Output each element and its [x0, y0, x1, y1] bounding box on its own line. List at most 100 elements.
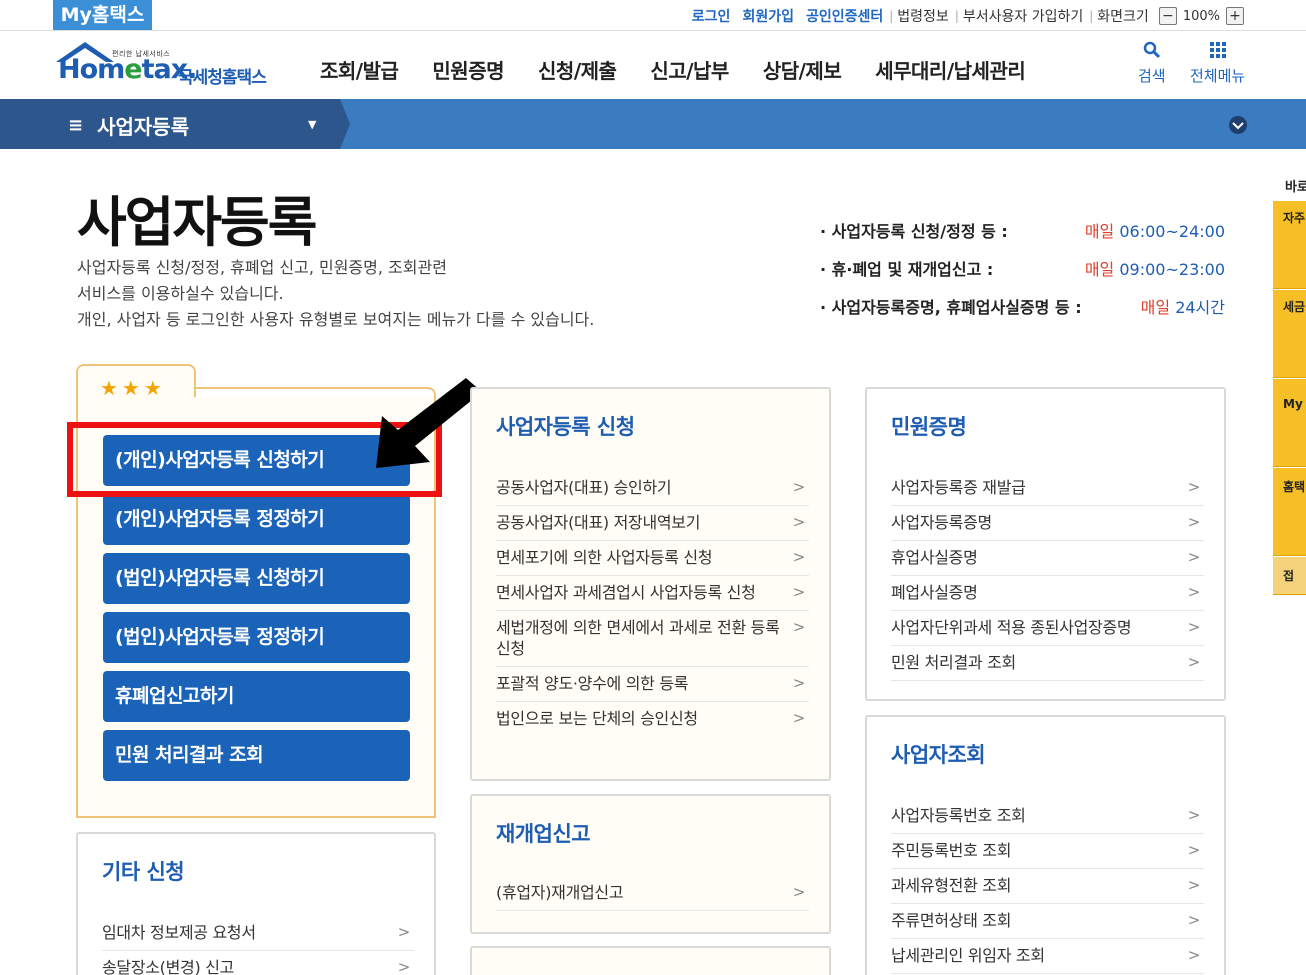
current-menu-selector[interactable]: ≡ 사업자등록: [68, 111, 189, 140]
chevron-right-icon: >: [397, 958, 411, 975]
law-info-link[interactable]: 법령정보: [897, 6, 949, 26]
nav-tax-agent[interactable]: 세무대리/납세관리: [875, 55, 1026, 84]
zoom-in-button[interactable]: +: [1226, 7, 1244, 25]
list-item[interactable]: 과세유형전환 조회 >: [891, 869, 1204, 904]
closure-report-button[interactable]: 휴폐업신고하기: [103, 671, 410, 722]
list-item[interactable]: 임대차 정보제공 요청서 >: [102, 916, 414, 951]
my-hometax-link[interactable]: My홈택스: [53, 0, 152, 30]
login-link[interactable]: 로그인: [692, 6, 731, 26]
list-item[interactable]: 납세관리인 위임자 조회 >: [891, 939, 1204, 974]
hours-row: · 사업자등록증명, 휴폐업사실증명 등 : 매일 24시간: [820, 298, 1225, 317]
hours-row: · 사업자등록 신청/정정 등 : 매일 06:00~24:00: [820, 222, 1225, 241]
card-title: 재개업신고: [496, 822, 591, 846]
chevron-right-icon: >: [1187, 946, 1201, 964]
list-item[interactable]: 사업자등록번호 조회 >: [891, 799, 1204, 834]
nav-certificate[interactable]: 민원증명: [432, 55, 504, 84]
quick-item-my[interactable]: My: [1273, 379, 1306, 467]
list-item[interactable]: 면세사업자 과세겸업시 사업자등록 신청 >: [496, 576, 809, 611]
card-title: 민원증명: [891, 415, 967, 439]
chevron-right-icon: >: [792, 548, 806, 566]
nav-report-pay[interactable]: 신고/납부: [650, 55, 729, 84]
hours-row: · 휴·폐업 및 재개업신고 : 매일 09:00~23:00: [820, 260, 1225, 279]
list-item[interactable]: 송달장소(변경) 신고 >: [102, 951, 414, 975]
corporate-register-button[interactable]: (법인)사업자등록 신청하기: [103, 553, 410, 604]
etc-apply-card: 기타 신청 임대차 정보제공 요청서 > 송달장소(변경) 신고 >: [76, 832, 436, 975]
hometax-page: My홈택스 로그인 회원가입 공인인증센터 | 법령정보 | 부서사용자 가입하…: [0, 0, 1306, 975]
utility-links: 로그인 회원가입 공인인증센터 | 법령정보 | 부서사용자 가입하기 | 화면…: [680, 6, 1244, 26]
register-apply-card: 사업자등록 신청 공동사업자(대표) 승인하기 > 공동사업자(대표) 저장내역보…: [470, 387, 831, 781]
quick-item-frequent[interactable]: 자주: [1273, 201, 1306, 289]
individual-correct-button[interactable]: (개인)사업자등록 정정하기: [103, 494, 410, 545]
list-item[interactable]: 민원 처리결과 조회 >: [891, 646, 1204, 681]
caret-down-icon[interactable]: ▼: [308, 118, 316, 131]
list-item[interactable]: 법인으로 보는 단체의 승인신청 >: [496, 702, 809, 736]
list-item[interactable]: 사업자등록증 재발급 >: [891, 471, 1204, 506]
global-nav: 조회/발급 민원증명 신청/제출 신고/납부 상담/제보 세무대리/납세관리: [320, 55, 1059, 84]
grid-menu-icon: [1209, 42, 1226, 58]
hamburger-icon: ≡: [68, 115, 84, 136]
utility-bar: My홈택스 로그인 회원가입 공인인증센터 | 법령정보 | 부서사용자 가입하…: [0, 0, 1306, 31]
all-menu-label: 전체메뉴: [1190, 67, 1246, 85]
divider: |: [1089, 9, 1094, 23]
divider: |: [889, 9, 894, 23]
hometax-logo[interactable]: 편리한 납세서비스 Hometax. 국세청홈택스: [50, 40, 280, 90]
chevron-right-icon: >: [792, 513, 806, 531]
cert-center-link[interactable]: 공인인증센터: [806, 6, 883, 26]
civil-result-button[interactable]: 민원 처리결과 조회: [103, 730, 410, 781]
quick-item-fold[interactable]: 접: [1273, 557, 1306, 595]
service-hours: · 사업자등록 신청/정정 등 : 매일 06:00~24:00 · 휴·폐업 …: [820, 218, 1230, 332]
nav-apply-submit[interactable]: 신청/제출: [538, 55, 617, 84]
page-description: 사업자등록 신청/정정, 휴폐업 신고, 민원증명, 조회관련 서비스를 이용하…: [77, 258, 595, 329]
chevron-right-icon: >: [1187, 618, 1201, 636]
list-item[interactable]: 주민등록번호 조회 >: [891, 834, 1204, 869]
list-item[interactable]: 공동사업자(대표) 승인하기 >: [496, 471, 809, 506]
zoom-value: 100%: [1182, 8, 1220, 24]
chevron-right-icon: >: [1187, 513, 1201, 531]
chevron-right-icon: >: [792, 883, 806, 901]
search-icon: [1143, 41, 1160, 59]
list-item[interactable]: 주류면허상태 조회 >: [891, 904, 1204, 939]
divider: |: [954, 9, 959, 23]
zoom-out-button[interactable]: −: [1158, 7, 1177, 25]
list-item[interactable]: 공동사업자(대표) 저장내역보기 >: [496, 506, 809, 541]
civil-certificate-card: 민원증명 사업자등록증 재발급 > 사업자등록증명 > 휴업사실증명 > 폐업사실증명…: [865, 387, 1226, 701]
screen-size-label: 화면크기: [1097, 9, 1149, 25]
list-item[interactable]: (휴업자)재개업신고 >: [496, 876, 809, 911]
chevron-right-icon: >: [1187, 583, 1201, 601]
list-item[interactable]: 사업자등록증명 >: [891, 506, 1204, 541]
current-menu-label: 사업자등록: [97, 115, 190, 139]
nav-consult-report[interactable]: 상담/제보: [763, 55, 842, 84]
business-lookup-card: 사업자조회 사업자등록번호 조회 > 주민등록번호 조회 > 과세유형전환 조회 > …: [865, 715, 1226, 975]
quick-item-tax[interactable]: 세금: [1273, 290, 1306, 378]
chevron-right-icon: >: [792, 674, 806, 692]
quick-item-hometax[interactable]: 홈택: [1273, 468, 1306, 556]
chevron-right-icon: >: [397, 923, 411, 941]
logo-korean-name: 국세청홈택스: [178, 68, 267, 88]
reopen-card: 재개업신고 (휴업자)재개업신고 >: [470, 794, 831, 934]
next-card: [470, 946, 831, 975]
search-button[interactable]: 검색: [1138, 41, 1166, 86]
star-icon: ★★★: [100, 376, 166, 400]
list-item[interactable]: 면세포기에 의한 사업자등록 신청 >: [496, 541, 809, 576]
list-item[interactable]: 폐업사실증명 >: [891, 576, 1204, 611]
search-label: 검색: [1138, 67, 1166, 85]
list-item[interactable]: 사업자단위과세 적용 종된사업장증명 >: [891, 611, 1204, 646]
card-title: 사업자등록 신청: [496, 415, 635, 439]
chevron-right-icon: >: [792, 478, 806, 496]
chevron-right-icon: >: [792, 618, 806, 636]
list-item[interactable]: 휴업사실증명 >: [891, 541, 1204, 576]
header: 편리한 납세서비스 Hometax. 국세청홈택스 조회/발급 민원증명 신청/…: [0, 31, 1306, 99]
chevron-right-icon: >: [1187, 911, 1201, 929]
chevron-down-circle-icon[interactable]: [1228, 115, 1248, 135]
location-bar: ≡ 사업자등록 ▼: [0, 99, 1306, 149]
nav-inquiry-issue[interactable]: 조회/발급: [320, 55, 399, 84]
list-item[interactable]: 포괄적 양도·양수에 의한 등록 >: [496, 667, 809, 702]
logo-wordmark: Hometax.: [58, 54, 197, 85]
all-menu-button[interactable]: 전체메뉴: [1190, 41, 1245, 86]
list-item[interactable]: 세법개정에 의한 면세에서 과세로 전환 등록 신청 >: [496, 611, 809, 667]
dept-user-signup-link[interactable]: 부서사용자 가입하기: [963, 6, 1083, 26]
corporate-correct-button[interactable]: (법인)사업자등록 정정하기: [103, 612, 410, 663]
page-title: 사업자등록: [77, 191, 317, 254]
chevron-right-icon: >: [1187, 548, 1201, 566]
signup-link[interactable]: 회원가입: [742, 6, 794, 26]
